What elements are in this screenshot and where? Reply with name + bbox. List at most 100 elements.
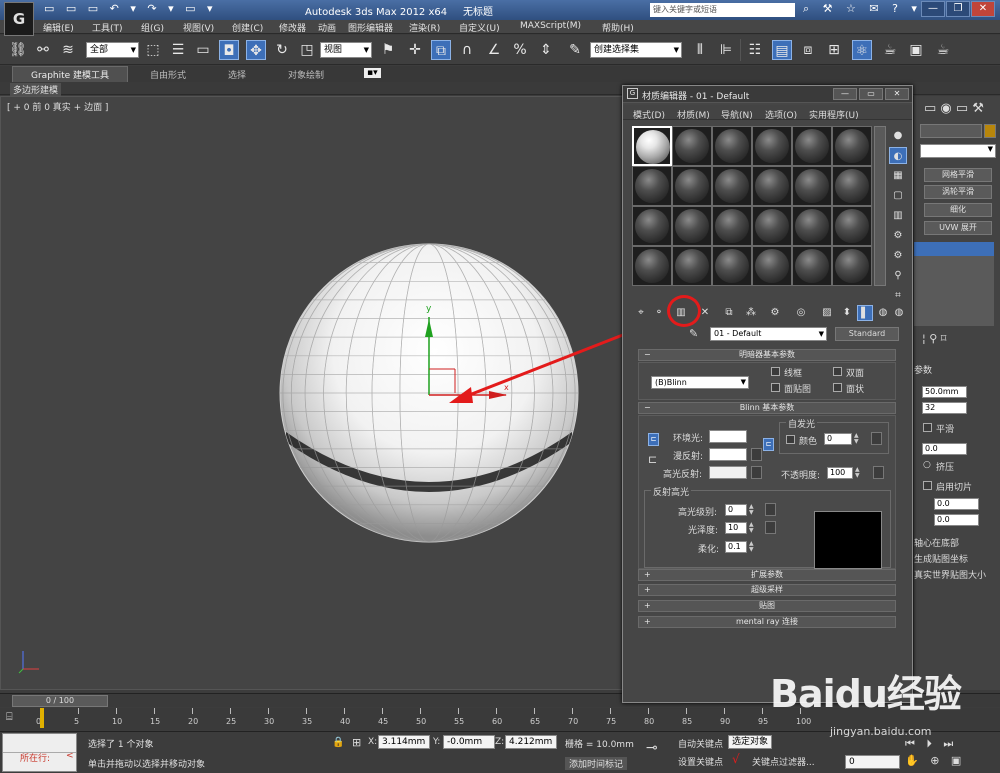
ribbon-panel-label[interactable]: 多边形建模	[10, 83, 62, 96]
quick-access-toolbar[interactable]: ▭ ▭ ▭ ↶ ▾ ↷ ▾ ▭ ▾	[44, 2, 217, 15]
set-key-button[interactable]: 设置关键点	[678, 755, 723, 768]
tessellate-button[interactable]: 细化	[924, 203, 992, 217]
segments-field[interactable]: 32	[922, 402, 967, 414]
percent-snap-icon[interactable]: %	[510, 40, 530, 60]
opacity-field[interactable]: 100	[827, 467, 853, 479]
ribbon-options-icon[interactable]: ▪▾	[364, 68, 381, 78]
object-color-swatch[interactable]	[984, 124, 996, 138]
shader-dropdown[interactable]: (B)Blinn ▼	[651, 376, 749, 389]
window-crossing-icon[interactable]: ◘	[219, 40, 239, 60]
me-menu-utilities[interactable]: 实用程序(U)	[809, 108, 859, 121]
material-map-navigator-icon[interactable]: ⌗	[889, 287, 907, 304]
material-name-field[interactable]: 01 - Default ▼	[710, 327, 827, 341]
select-move-icon[interactable]: ✥	[246, 40, 266, 60]
material-slot[interactable]	[712, 126, 752, 166]
self-illum-field[interactable]: 0	[824, 433, 852, 445]
video-color-check-icon[interactable]: ▥	[889, 207, 907, 224]
z-coord-field[interactable]: 4.212mm	[505, 735, 557, 749]
faceted-checkbox[interactable]	[833, 383, 842, 392]
material-slot[interactable]	[792, 206, 832, 246]
self-illum-map-button[interactable]	[871, 432, 882, 445]
blinn-params-rollout[interactable]: − Blinn 基本参数	[638, 402, 896, 414]
command-panel-tabs-icon[interactable]: ▭ ◉ ▭ ⚒	[924, 101, 984, 116]
base-pivot-label[interactable]: 轴心在底部	[914, 536, 959, 549]
pick-from-object-icon[interactable]: ◍	[891, 305, 907, 321]
material-slot[interactable]	[792, 126, 832, 166]
me-menu-modes[interactable]: 模式(D)	[633, 108, 665, 121]
x-coord-field[interactable]: 3.114mm	[378, 735, 430, 749]
modifier-stack-selected[interactable]	[914, 242, 994, 256]
me-menu-material[interactable]: 材质(M)	[677, 108, 710, 121]
backlight-icon[interactable]: ◐	[889, 147, 907, 164]
close-button[interactable]: ✕	[971, 1, 995, 17]
material-slot[interactable]	[632, 206, 672, 246]
bind-spacewarp-icon[interactable]: ≋	[58, 40, 78, 60]
mirror-icon[interactable]: ⫴	[690, 40, 710, 60]
material-slot[interactable]	[752, 246, 792, 286]
radius-field[interactable]: 50.0mm	[922, 386, 967, 398]
slice-on-checkbox[interactable]	[923, 481, 932, 490]
diffuse-spec-lock-icon[interactable]: ⊏	[648, 453, 657, 466]
material-slot[interactable]	[792, 246, 832, 286]
material-slot[interactable]	[752, 126, 792, 166]
material-slot[interactable]	[792, 166, 832, 206]
material-slot[interactable]	[632, 166, 672, 206]
key-icon[interactable]: ⊸	[646, 740, 658, 756]
copy-material-icon[interactable]: ⧉	[721, 305, 737, 321]
y-coord-field[interactable]: -0.0mm	[443, 735, 495, 749]
glossiness-spinner-icon[interactable]: ▲ ▼	[749, 522, 755, 534]
slice-to-field[interactable]: 0.0	[934, 514, 979, 526]
menu-group[interactable]: 组(G)	[141, 21, 164, 34]
shader-params-rollout[interactable]: − 明暗器基本参数	[638, 349, 896, 361]
me-maximize-button[interactable]: ▭	[859, 88, 883, 100]
me-menu-options[interactable]: 选项(O)	[765, 108, 797, 121]
me-menu-navigation[interactable]: 导航(N)	[721, 108, 753, 121]
menu-graph-editors[interactable]: 图形编辑器	[348, 21, 393, 34]
material-slot[interactable]	[672, 166, 712, 206]
angle-snap-icon[interactable]: ∠	[484, 40, 504, 60]
real-world-label[interactable]: 真实世界贴图大小	[914, 568, 986, 581]
restore-button[interactable]: ❐	[946, 1, 970, 17]
self-illum-color-checkbox[interactable]	[786, 435, 795, 444]
menu-tools[interactable]: 工具(T)	[92, 21, 123, 34]
select-rotate-icon[interactable]: ↻	[272, 40, 292, 60]
show-map-in-viewport-icon[interactable]: ▨	[819, 305, 835, 321]
material-slot[interactable]	[632, 246, 672, 286]
material-slot[interactable]	[832, 126, 872, 166]
soften-field[interactable]: 0.1	[725, 541, 747, 553]
render-setup-icon[interactable]: ☕	[880, 40, 900, 60]
menu-animation[interactable]: 动画	[318, 21, 336, 34]
rendered-frame-icon[interactable]: ▣	[906, 40, 926, 60]
spinner-snap-icon[interactable]: ⇕	[536, 40, 556, 60]
sample-uv-tiling-icon[interactable]: ▢	[889, 187, 907, 204]
make-unique-icon[interactable]: ⁂	[743, 305, 759, 321]
pivot-center-icon[interactable]: ⚑	[378, 40, 398, 60]
menu-view[interactable]: 视图(V)	[183, 21, 214, 34]
material-type-button[interactable]: Standard	[835, 327, 899, 341]
select-by-name-icon[interactable]: ☰	[168, 40, 188, 60]
graphite-toggle-icon[interactable]: ▤	[772, 40, 792, 60]
tab-graphite[interactable]: Graphite 建模工具	[12, 66, 129, 83]
edit-named-sets-icon[interactable]: ✎	[565, 40, 585, 60]
keyboard-shortcut-override-icon[interactable]: ⧉	[431, 40, 451, 60]
material-slot[interactable]	[752, 166, 792, 206]
lock-selection-icon[interactable]: 🔒	[332, 737, 344, 748]
menu-help[interactable]: 帮助(H)	[602, 21, 634, 34]
select-object-icon[interactable]: ⬚	[143, 40, 163, 60]
material-slot[interactable]	[832, 206, 872, 246]
self-illum-spinner-icon[interactable]: ▲ ▼	[854, 433, 860, 445]
select-by-material-icon[interactable]: ⚲	[889, 267, 907, 284]
snaps-toggle-icon[interactable]: ∩	[457, 40, 477, 60]
glossiness-field[interactable]: 10	[725, 522, 747, 534]
two-sided-checkbox[interactable]	[833, 367, 842, 376]
ambient-diffuse-lock-icon[interactable]: ⊏	[648, 433, 659, 446]
current-frame-marker[interactable]	[40, 708, 44, 728]
menu-maxscript[interactable]: MAXScript(M)	[520, 21, 581, 31]
absolute-mode-icon[interactable]: ⊞	[352, 736, 361, 749]
material-slot[interactable]	[712, 246, 752, 286]
mini-curve-editor-icon[interactable]: ⌸	[6, 710, 28, 726]
squash-radio[interactable]: ○	[923, 460, 931, 470]
material-slot[interactable]	[832, 166, 872, 206]
make-preview-icon[interactable]: ⚙	[889, 227, 907, 244]
meshsmooth-button[interactable]: 网格平滑	[924, 168, 992, 182]
